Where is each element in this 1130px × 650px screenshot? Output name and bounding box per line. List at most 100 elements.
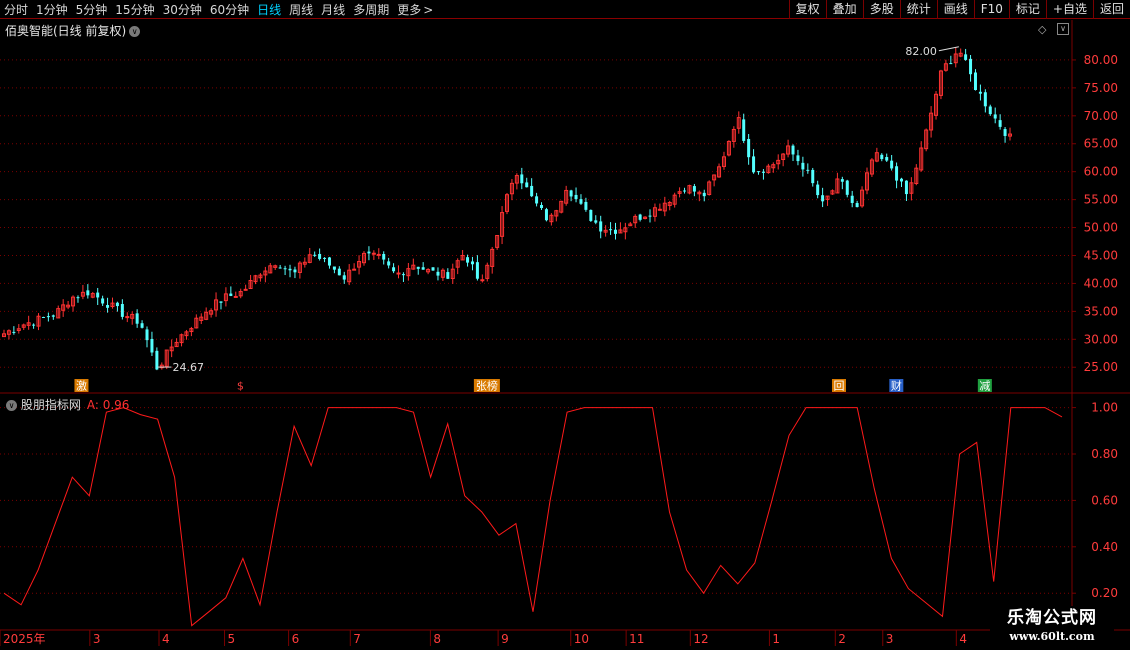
time-label-2: 4	[162, 632, 170, 646]
candle-body-20	[101, 298, 105, 304]
event-badge-2: 张榜	[476, 379, 498, 393]
candle-body-15	[76, 297, 80, 299]
price-tick-label-10: 75.00	[1084, 81, 1118, 95]
price-tick-label-7: 60.00	[1084, 165, 1118, 179]
candle-body-138	[683, 190, 687, 192]
candle-body-77	[382, 254, 386, 260]
indicator-title[interactable]: ∨ 股朋指标网 A: 0.96	[3, 396, 129, 413]
time-label-6: 8	[433, 632, 441, 646]
candle-body-121	[599, 221, 603, 232]
candle-body-107	[530, 185, 534, 197]
period-tab-9[interactable]: 多周期	[353, 1, 389, 18]
period-tab-10[interactable]: 更多	[397, 1, 421, 18]
indicator-value: A: 0.96	[86, 398, 130, 412]
stock-chart[interactable]: 25.00 30.00 35.00 40.00 45.00 50.00 55.00 60.00…	[0, 20, 1130, 650]
price-tick-label-1: 30.00	[1084, 332, 1118, 346]
period-tab-1[interactable]: 1分钟	[36, 1, 68, 18]
ind-tick-label-0: 0.20	[1091, 586, 1118, 600]
time-label-11: 1	[772, 632, 780, 646]
candle-body-65	[323, 257, 327, 259]
candle-body-84	[416, 266, 420, 269]
candle-body-106	[525, 182, 529, 188]
candle-body-142	[702, 192, 706, 197]
candle-body-123	[609, 229, 613, 231]
price-tick-label-6: 55.00	[1084, 193, 1118, 207]
candle-body-173	[855, 203, 859, 208]
chevron-down-icon[interactable]: ∨	[129, 26, 141, 37]
action-button-6[interactable]: 标记	[1008, 0, 1046, 19]
candle-body-6	[32, 324, 36, 326]
candle-body-105	[520, 174, 524, 184]
action-button-2[interactable]: 多股	[862, 0, 900, 19]
high-price-label: 82.00	[905, 45, 937, 58]
candle-body-129	[638, 214, 642, 220]
candle-body-171	[845, 180, 849, 195]
candle-body-96	[475, 262, 479, 279]
price-tick-label-4: 45.00	[1084, 248, 1118, 262]
chevron-down-icon[interactable]: ∨	[6, 400, 17, 411]
candle-body-124	[613, 229, 617, 234]
candle-body-160	[791, 145, 795, 155]
time-label-13: 3	[886, 632, 894, 646]
candle-body-162	[801, 162, 805, 170]
candle-body-109	[540, 205, 544, 209]
candle-body-8	[41, 316, 45, 318]
period-tab-8[interactable]: 月线	[321, 1, 345, 18]
period-tab-2[interactable]: 5分钟	[76, 1, 108, 18]
event-badge-3: 回	[833, 380, 844, 393]
candle-body-110	[544, 209, 548, 221]
period-tab-6[interactable]: 日线	[257, 1, 281, 18]
candle-body-10	[51, 315, 55, 317]
candle-body-47	[233, 295, 238, 298]
candle-body-78	[387, 261, 391, 266]
candle-body-153	[757, 171, 760, 173]
candle-body-181	[895, 166, 899, 181]
action-button-7[interactable]: +自选	[1045, 0, 1093, 19]
ind-tick-label-2: 0.60	[1091, 493, 1118, 507]
action-button-8[interactable]: 返回	[1092, 0, 1130, 19]
candle-body-69	[342, 275, 346, 280]
action-button-3[interactable]: 统计	[899, 0, 937, 19]
price-tick-label-5: 50.00	[1084, 221, 1118, 235]
candle-body-163	[806, 169, 810, 171]
candle-body-87	[431, 267, 435, 271]
candle-body-201	[993, 114, 997, 119]
candle-body-198	[978, 91, 982, 94]
candle-body-75	[371, 252, 376, 255]
candle-body-19	[96, 292, 100, 298]
period-tab-5[interactable]: 60分钟	[210, 1, 249, 18]
chevron-right-icon[interactable]: >	[423, 3, 433, 17]
candle-body-165	[816, 184, 820, 196]
candle-body-197	[973, 72, 977, 91]
candle-body-115	[569, 190, 573, 197]
candle-body-164	[811, 169, 815, 184]
chevron-down-icon[interactable]: ∨	[1057, 23, 1069, 35]
candle-body-2	[12, 331, 16, 333]
candle-body-49	[243, 288, 248, 291]
action-button-0[interactable]: 复权	[788, 0, 826, 19]
action-button-1[interactable]: 叠加	[825, 0, 863, 19]
diamond-icon[interactable]: ◇	[1038, 23, 1046, 36]
watermark-title: 乐淘公式网	[1007, 608, 1097, 628]
watermark-url: www.60lt.com	[1009, 630, 1095, 643]
period-tab-4[interactable]: 30分钟	[163, 1, 202, 18]
candle-body-90	[446, 272, 450, 279]
candle-body-140	[692, 186, 696, 192]
candle-body-58	[288, 268, 292, 271]
candle-body-180	[890, 160, 894, 169]
action-button-5[interactable]: F10	[973, 0, 1009, 19]
period-tab-7[interactable]: 周线	[289, 1, 313, 18]
action-button-4[interactable]: 画线	[936, 0, 974, 19]
candle-body-183	[904, 180, 908, 195]
event-badge-4: 财	[891, 379, 902, 393]
stock-title[interactable]: 佰奥智能(日线 前复权) ∨	[5, 22, 141, 39]
candle-body-200	[988, 106, 992, 115]
period-tabs: 分时 1分钟 5分钟 15分钟 30分钟 60分钟 日线 周线 月线 多周期 更多 >	[4, 0, 441, 19]
period-tab-3[interactable]: 15分钟	[115, 1, 154, 18]
period-tab-0[interactable]: 分时	[4, 1, 28, 18]
time-label-0: 2025年	[3, 632, 46, 646]
candle-body-46	[229, 293, 233, 296]
candle-body-166	[821, 195, 825, 202]
candle-body-95	[470, 261, 474, 265]
candle-body-161	[796, 155, 800, 162]
